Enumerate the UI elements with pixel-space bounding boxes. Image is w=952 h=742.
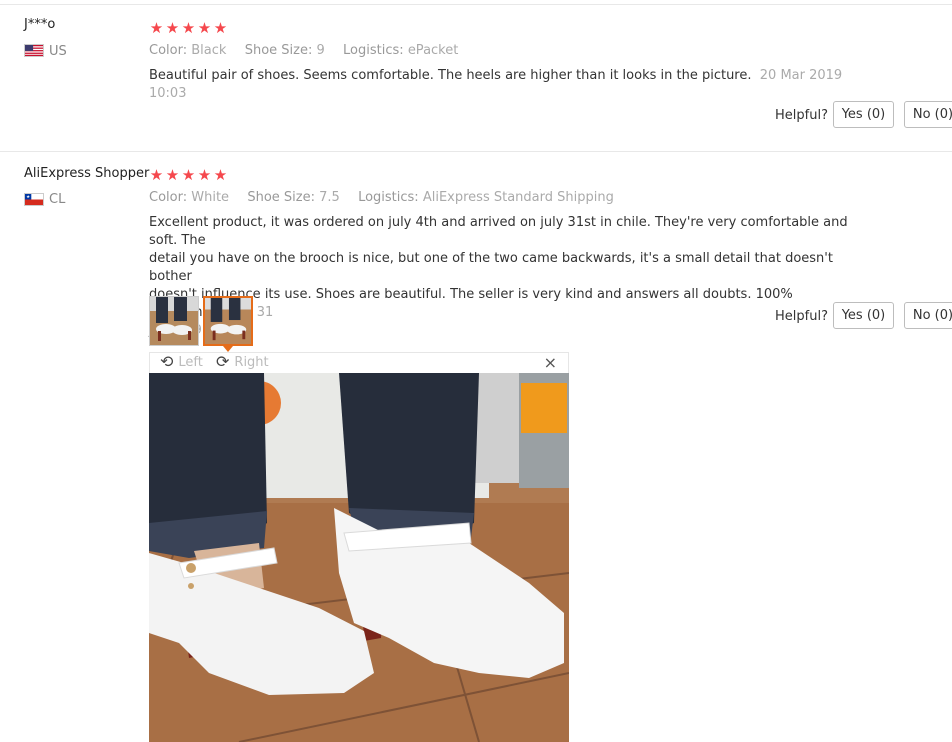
- review-body-line-2: detail you have on the brooch is nice, b…: [149, 251, 833, 284]
- attr-logistics-value: ePacket: [407, 43, 459, 58]
- review-photo-thumbnail-selected[interactable]: [203, 296, 253, 346]
- rotate-left-label: Left: [178, 354, 203, 370]
- reviewer-country: US: [49, 44, 67, 59]
- us-flag-icon: [24, 44, 44, 57]
- image-viewer-toolbar: ⟲ Left ⟳ Right ×: [149, 352, 569, 373]
- rotate-right-button[interactable]: ⟳ Right: [216, 354, 269, 370]
- attr-logistics-key: Logistics:: [343, 43, 404, 58]
- star-icon: ★: [165, 19, 180, 37]
- helpful-yes-button[interactable]: Yes (0): [833, 101, 894, 128]
- helpful-no-button[interactable]: No (0): [904, 101, 952, 128]
- attr-color-value: Black: [191, 43, 227, 58]
- attr-color-key: Color:: [149, 43, 188, 58]
- svg-text:★: ★: [26, 194, 30, 200]
- helpful-no-button[interactable]: No (0): [904, 302, 952, 329]
- star-icon: ★: [213, 166, 228, 184]
- helpful-yes-button[interactable]: Yes (0): [833, 302, 894, 329]
- close-icon[interactable]: ×: [544, 353, 557, 373]
- review-text: Beautiful pair of shoes. Seems comfortab…: [149, 67, 864, 103]
- star-icon: ★: [165, 166, 180, 184]
- thumbnail-image: [205, 298, 251, 344]
- star-rating: ★ ★ ★ ★ ★: [149, 20, 228, 36]
- star-icon: ★: [149, 166, 164, 184]
- shoe-photo: [149, 373, 569, 742]
- review-date-part-1: 31: [256, 305, 274, 320]
- reviewer-name: AliExpress Shopper: [24, 166, 150, 181]
- attr-size-value: 9: [316, 43, 325, 58]
- attr-size-key: Shoe Size:: [247, 190, 315, 205]
- order-attributes: Color: White Shoe Size: 7.5 Logistics: A…: [149, 190, 614, 205]
- review-photo-thumbnail[interactable]: [149, 296, 199, 346]
- reviewer-country: CL: [49, 192, 66, 207]
- cl-flag-icon: ★: [24, 193, 44, 206]
- star-rating: ★ ★ ★ ★ ★: [149, 167, 228, 183]
- rotate-left-icon: ⟲: [160, 352, 174, 371]
- review-text: Excellent product, it was ordered on jul…: [149, 214, 864, 340]
- top-border: [0, 4, 952, 5]
- star-icon: ★: [197, 19, 212, 37]
- review-body: Beautiful pair of shoes. Seems comfortab…: [149, 68, 752, 83]
- attr-size-value: 7.5: [319, 190, 340, 205]
- review-divider: [0, 151, 952, 152]
- review-date-part-2: Jul 2019 20:06: [149, 322, 864, 340]
- star-icon: ★: [197, 166, 212, 184]
- star-icon: ★: [149, 19, 164, 37]
- star-icon: ★: [213, 19, 228, 37]
- order-attributes: Color: Black Shoe Size: 9 Logistics: ePa…: [149, 43, 458, 58]
- helpful-label: Helpful?: [775, 309, 828, 324]
- rotate-right-label: Right: [234, 354, 269, 370]
- review-body-line-1: Excellent product, it was ordered on jul…: [149, 215, 848, 248]
- attr-color-value: White: [191, 190, 230, 205]
- attr-size-key: Shoe Size:: [244, 43, 313, 58]
- star-icon: ★: [181, 19, 196, 37]
- attr-logistics-key: Logistics:: [358, 190, 419, 205]
- star-icon: ★: [181, 166, 196, 184]
- helpful-label: Helpful?: [775, 108, 828, 123]
- review-photo-enlarged: [149, 373, 569, 742]
- attr-logistics-value: AliExpress Standard Shipping: [422, 190, 614, 205]
- attr-color-key: Color:: [149, 190, 188, 205]
- thumbnail-image: [150, 297, 198, 345]
- rotate-right-icon: ⟳: [216, 352, 230, 371]
- rotate-left-button[interactable]: ⟲ Left: [160, 354, 203, 370]
- reviewer-name: J***o: [24, 17, 56, 32]
